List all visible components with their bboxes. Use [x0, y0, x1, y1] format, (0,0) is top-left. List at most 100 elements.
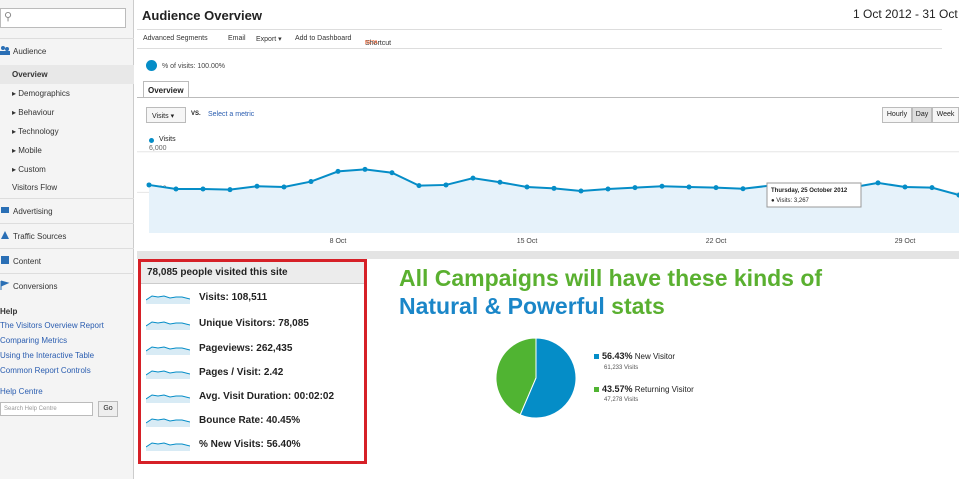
metric-select[interactable]: Visits ▾ — [146, 107, 186, 123]
nav-content[interactable]: Content — [0, 248, 134, 273]
visitor-type-pie-chart[interactable] — [494, 336, 578, 420]
granularity-week[interactable]: Week — [932, 107, 959, 123]
export-button[interactable]: Export ▾ — [256, 35, 282, 43]
data-point[interactable] — [335, 168, 341, 174]
nav-behaviour[interactable]: ▸ Behaviour — [0, 103, 134, 122]
data-point[interactable] — [416, 183, 422, 189]
nav-audience[interactable]: Audience — [0, 38, 134, 63]
nav-traffic-label: Traffic Sources — [13, 232, 67, 241]
nav-conversions[interactable]: Conversions — [0, 273, 134, 298]
data-point[interactable] — [551, 185, 557, 191]
advanced-segments-button[interactable]: Advanced Segments — [143, 35, 208, 42]
add-to-dashboard-button[interactable]: Add to Dashboard — [295, 35, 351, 42]
nav-advertising-label: Advertising — [13, 207, 53, 216]
granularity-hourly[interactable]: Hourly — [882, 107, 912, 123]
date-range-picker[interactable]: 1 Oct 2012 - 31 Oct 2 — [853, 7, 959, 21]
y-tick-label: 6,000 — [149, 145, 167, 152]
data-point[interactable] — [929, 185, 935, 191]
data-point[interactable] — [470, 175, 476, 181]
help-search-input[interactable]: Search Help Centre — [0, 402, 93, 416]
nav-traffic-sources[interactable]: Traffic Sources — [0, 223, 134, 248]
data-point[interactable] — [497, 179, 503, 185]
summary-stat-row: Bounce Rate: 40.45% — [141, 411, 364, 435]
data-point[interactable] — [362, 166, 368, 172]
data-point[interactable] — [605, 186, 611, 192]
pie-legend-returning: 43.57% Returning Visitor — [594, 384, 694, 394]
summary-stat-text: Visits: 108,511 — [199, 292, 268, 303]
data-point[interactable] — [713, 185, 719, 191]
data-point[interactable] — [200, 186, 206, 192]
legend-swatch — [594, 387, 599, 392]
data-point[interactable] — [659, 183, 665, 189]
help-go-button[interactable]: Go — [98, 401, 118, 417]
help-centre-link[interactable]: Help Centre — [0, 387, 43, 396]
promo-line-2: Natural & Powerful stats — [399, 293, 665, 320]
sparkline-icon — [146, 418, 190, 427]
data-point[interactable] — [524, 184, 530, 190]
nav-visitors-flow[interactable]: Visitors Flow — [0, 178, 134, 197]
legend-label: Visits — [159, 136, 176, 143]
pie-legend-new-visits: 61,233 Visits — [604, 365, 639, 371]
data-point[interactable] — [443, 182, 449, 188]
data-point[interactable] — [632, 185, 638, 191]
promo-line-1: All Campaigns will have these kinds of — [399, 265, 823, 291]
data-point[interactable] — [254, 183, 260, 189]
data-point[interactable] — [740, 186, 746, 192]
granularity-day[interactable]: Day — [912, 107, 932, 123]
summary-heading: 78,085 people visited this site — [141, 262, 364, 284]
chevron-down-icon: ▾ — [170, 113, 175, 120]
page-title: Audience Overview — [142, 8, 262, 23]
x-tick-label: 15 Oct — [517, 238, 538, 245]
nav-advertising[interactable]: Advertising — [0, 198, 134, 223]
data-point[interactable] — [146, 182, 152, 188]
data-point[interactable] — [686, 184, 692, 190]
data-point[interactable] — [227, 187, 233, 193]
nav-custom[interactable]: ▸ Custom — [0, 160, 134, 179]
traffic-icon — [1, 231, 9, 239]
sparkline-icon — [146, 346, 190, 355]
data-point[interactable] — [902, 184, 908, 190]
tab-divider — [137, 97, 959, 98]
help-link-report-controls[interactable]: Common Report Controls — [0, 366, 91, 375]
nav-demographics[interactable]: ▸ Demographics — [0, 84, 134, 103]
data-point[interactable] — [173, 186, 179, 192]
promo-green-text: stats — [604, 293, 665, 319]
select-metric-link[interactable]: Select a metric — [208, 111, 254, 118]
x-tick-label: 29 Oct — [895, 238, 916, 245]
nav-mobile-label: ▸ Mobile — [12, 146, 42, 155]
sparkline-icon — [146, 442, 190, 451]
data-point[interactable] — [875, 180, 881, 186]
sparkline-icon — [146, 394, 190, 403]
help-link-interactive-table[interactable]: Using the Interactive Table — [0, 351, 94, 360]
email-button[interactable]: Email — [228, 35, 246, 42]
sidebar-search-input[interactable]: ⚲ — [0, 8, 126, 28]
data-point[interactable] — [578, 188, 584, 194]
help-link-comparing-metrics[interactable]: Comparing Metrics — [0, 336, 67, 345]
tab-overview[interactable]: Overview — [143, 81, 189, 98]
summary-stat-text: Pageviews: 262,435 — [199, 343, 293, 354]
search-icon: ⚲ — [4, 11, 13, 23]
x-tick-label: 22 Oct — [706, 238, 727, 245]
nav-technology[interactable]: ▸ Technology — [0, 122, 134, 141]
data-point[interactable] — [308, 179, 314, 185]
nav-custom-label: ▸ Custom — [12, 165, 46, 174]
pie-legend-new: 56.43% New Visitor — [594, 351, 675, 361]
x-tick-label: 8 Oct — [330, 238, 347, 245]
nav-overview[interactable]: Overview — [0, 65, 134, 84]
nav-content-label: Content — [13, 257, 42, 266]
summary-stat-row: Pages / Visit: 2.42 — [141, 363, 364, 387]
data-point[interactable] — [389, 170, 395, 176]
nav-mobile[interactable]: ▸ Mobile — [0, 141, 134, 160]
help-link-visitors-overview[interactable]: The Visitors Overview Report — [0, 321, 104, 330]
visits-line-chart[interactable]: 6,0003,0008 Oct15 Oct22 Oct29 OctThursda… — [137, 145, 959, 249]
sparkline-icon — [146, 295, 190, 304]
nav-behaviour-label: ▸ Behaviour — [12, 108, 55, 117]
advertising-icon — [1, 207, 9, 213]
sparkline-icon — [146, 370, 190, 379]
sparkline-icon — [146, 321, 190, 330]
summary-stat-row: Avg. Visit Duration: 00:02:02 — [141, 387, 364, 411]
summary-stat-row: Visits: 108,511 — [141, 288, 364, 312]
tooltip-value: ● Visits: 3,267 — [771, 198, 810, 204]
summary-stat-text: Avg. Visit Duration: 00:02:02 — [199, 391, 335, 402]
data-point[interactable] — [281, 184, 287, 190]
